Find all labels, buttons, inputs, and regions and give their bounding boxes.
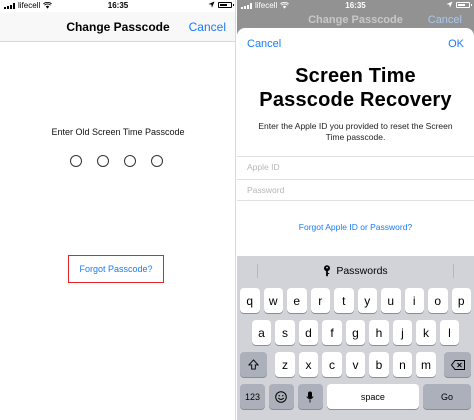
- key-o[interactable]: o: [428, 288, 448, 313]
- keyboard: Passwords q w e r t y u i o p a s d f g: [237, 256, 474, 420]
- passcode-prompt: Enter Old Screen Time Passcode: [51, 127, 185, 137]
- emoji-key[interactable]: [268, 384, 294, 409]
- keyboard-row-1: q w e r t y u i o p: [237, 288, 474, 313]
- recovery-sheet: Cancel OK Screen Time Passcode Recovery …: [237, 28, 474, 420]
- key-z[interactable]: z: [275, 352, 295, 377]
- password-input[interactable]: [247, 180, 447, 200]
- key-m[interactable]: m: [416, 352, 436, 377]
- suggestion-divider: [453, 264, 454, 278]
- dictation-key[interactable]: [297, 384, 323, 409]
- key-e[interactable]: e: [287, 288, 307, 313]
- key-r[interactable]: r: [310, 288, 330, 313]
- key-l[interactable]: l: [439, 320, 460, 345]
- key-icon: [324, 265, 331, 277]
- suggestion-divider: [257, 264, 258, 278]
- key-g[interactable]: g: [345, 320, 366, 345]
- key-c[interactable]: c: [322, 352, 342, 377]
- sheet-title-line-2: Passcode Recovery: [259, 89, 452, 111]
- passcode-digit-3: [124, 155, 136, 167]
- space-key[interactable]: space: [326, 384, 419, 409]
- key-w[interactable]: w: [263, 288, 283, 313]
- key-d[interactable]: d: [298, 320, 319, 345]
- status-time: 16:35: [107, 1, 129, 10]
- passcode-digit-4: [151, 155, 163, 167]
- key-u[interactable]: u: [381, 288, 401, 313]
- highlight-box: Forgot Passcode?: [68, 255, 164, 283]
- passwords-suggestion-bar[interactable]: Passwords: [237, 256, 474, 286]
- keyboard-row-2: a s d f g h j k l: [237, 320, 474, 345]
- passcode-digit-1: [70, 155, 82, 167]
- sheet-title-line-1: Screen Time: [295, 65, 416, 87]
- microphone-icon: [306, 391, 314, 402]
- password-field-row: [237, 179, 474, 201]
- status-bar: lifecell 16:35: [237, 0, 474, 12]
- go-key[interactable]: Go: [423, 384, 471, 409]
- key-t[interactable]: t: [334, 288, 354, 313]
- emoji-icon: [275, 390, 288, 403]
- ok-button[interactable]: OK: [448, 38, 464, 50]
- key-p[interactable]: p: [451, 288, 471, 313]
- passcode-dots[interactable]: [70, 155, 163, 167]
- key-h[interactable]: h: [369, 320, 389, 345]
- apple-id-field-row: [237, 156, 474, 178]
- key-k[interactable]: k: [416, 320, 436, 345]
- key-j[interactable]: j: [392, 320, 413, 345]
- keyboard-row-4: 123 space Go: [237, 384, 474, 409]
- forgot-apple-id-link[interactable]: Forgot Apple ID or Password?: [237, 222, 474, 232]
- battery-icon: [456, 1, 472, 8]
- status-bar: lifecell 16:35: [0, 0, 235, 12]
- key-v[interactable]: v: [345, 352, 366, 377]
- status-time: 16:35: [345, 1, 366, 10]
- background-cancel-button: Cancel: [427, 14, 462, 26]
- key-q[interactable]: q: [240, 288, 260, 313]
- letter-keys-row-3: z x c v b n m: [275, 352, 436, 377]
- passcode-digit-2: [97, 155, 109, 167]
- instructions-text: Enter the Apple ID you provided to reset…: [258, 121, 453, 142]
- key-f[interactable]: f: [322, 320, 342, 345]
- numbers-key[interactable]: 123: [240, 384, 265, 409]
- passcode-recovery-screen: lifecell 16:35 Change Passcode Cancel Ca…: [237, 0, 474, 420]
- sheet-title: Screen Time Passcode Recovery: [237, 64, 474, 112]
- key-s[interactable]: s: [275, 320, 295, 345]
- location-arrow-icon: [208, 1, 215, 8]
- location-arrow-icon: [446, 1, 453, 8]
- backspace-icon: [450, 359, 465, 370]
- apple-id-input[interactable]: [247, 157, 447, 177]
- delete-key[interactable]: [444, 352, 471, 377]
- key-b[interactable]: b: [369, 352, 389, 377]
- passwords-suggestion-label: Passwords: [336, 265, 388, 277]
- key-x[interactable]: x: [298, 352, 319, 377]
- navigation-bar: Change Passcode Cancel: [0, 12, 235, 42]
- key-y[interactable]: y: [357, 288, 377, 313]
- key-n[interactable]: n: [392, 352, 413, 377]
- change-passcode-screen: lifecell 16:35 Change Passcode Cancel En…: [0, 0, 236, 420]
- shift-arrow-icon: [248, 359, 259, 370]
- forgot-passcode-link[interactable]: Forgot Passcode?: [69, 264, 163, 274]
- cancel-button[interactable]: Cancel: [247, 38, 281, 50]
- battery-icon: [218, 1, 234, 8]
- key-a[interactable]: a: [251, 320, 272, 345]
- cancel-button[interactable]: Cancel: [189, 20, 226, 34]
- shift-key[interactable]: [240, 352, 267, 377]
- key-i[interactable]: i: [404, 288, 424, 313]
- passcode-entry-area: Enter Old Screen Time Passcode Forgot Pa…: [0, 43, 235, 420]
- keyboard-row-3: z x c v b n m: [237, 352, 474, 377]
